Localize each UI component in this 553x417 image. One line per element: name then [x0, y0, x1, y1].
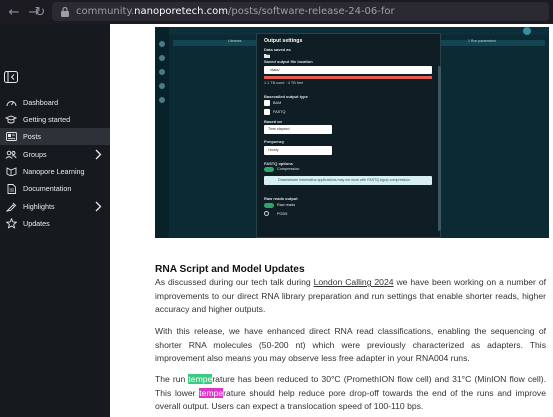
url-domain: nanoporetech.com [134, 6, 229, 17]
posts-icon [5, 131, 17, 143]
based-on-label: Based on [264, 119, 283, 124]
sidebar-item-label: Nanopore Learning [23, 167, 85, 176]
fastq-label: FASTQ [273, 110, 286, 114]
sidebar-item-getting-started[interactable]: Getting started [0, 111, 110, 128]
post-content: Libraries 1 Run parameters Output settin… [110, 24, 553, 417]
raw-reads-label: Raw reads [277, 203, 296, 207]
sidebar: Dashboard Getting started Posts Groups N… [0, 24, 110, 417]
sidebar-item-label: Updates [23, 219, 50, 228]
output-path-input: /data/ [264, 66, 432, 74]
sidebar-item-label: Groups [23, 150, 47, 159]
star-icon [5, 218, 17, 230]
compression-label: Compression [277, 167, 300, 171]
frequency-label: Frequency [264, 139, 285, 144]
groups-icon [5, 149, 17, 161]
saved-output-location-label: Saved output file location [264, 59, 313, 64]
documentation-icon [5, 183, 17, 195]
rail-icon [159, 41, 165, 47]
bam-label: BAM [273, 101, 282, 105]
browser-toolbar: ← → ↻ community. nanoporetech.com/posts/s… [0, 0, 553, 24]
data-saved-as-label: Data saved as [264, 47, 291, 52]
disk-usage-note: 1.1 TB used · 4 TB free [264, 81, 304, 85]
sidebar-item-nanopore-learning[interactable]: Nanopore Learning [0, 163, 110, 180]
rail-icon [159, 83, 165, 89]
url-path: /posts/software-release-24-06-for [228, 6, 395, 17]
dashboard-gauge-icon [5, 97, 17, 109]
highlights-icon [5, 201, 17, 213]
raw-reads-output-label: Raw reads output [264, 196, 298, 201]
sidebar-item-dashboard[interactable]: Dashboard [0, 94, 110, 111]
paragraph: With this release, we have enhanced dire… [155, 326, 546, 364]
fastq-checkbox [264, 109, 270, 115]
url-prefix: community. [76, 6, 135, 17]
sidebar-item-label: Highlights [23, 202, 55, 211]
sidebar-item-documentation[interactable]: Documentation [0, 180, 110, 197]
pod5-radio [264, 211, 269, 216]
based-on-select: Time elapsed [264, 125, 332, 134]
sidebar-item-updates[interactable]: Updates [0, 215, 110, 232]
sidebar-item-label: Documentation [23, 184, 72, 193]
minknow-screenshot-image: Libraries 1 Run parameters Output settin… [155, 27, 549, 238]
sidebar-item-posts[interactable]: Posts [0, 128, 110, 145]
disk-usage-bar [264, 76, 432, 79]
sidebar-item-groups[interactable]: Groups [0, 146, 110, 163]
bam-checkbox [264, 100, 270, 106]
basecalled-output-type-label: Basecalled output type [264, 94, 308, 99]
reload-icon[interactable]: ↻ [30, 2, 50, 22]
dialog-title: Output settings [264, 38, 303, 44]
paragraph-text: The run [155, 374, 189, 384]
search-highlight: tempe [188, 374, 213, 384]
section-heading: RNA Script and Model Updates [155, 264, 305, 275]
collapse-sidebar-icon[interactable] [4, 71, 18, 83]
rail-icon [159, 69, 165, 75]
raw-reads-toggle [264, 203, 274, 208]
fastq-options-label: FASTQ options [264, 161, 293, 166]
rail-icon [159, 55, 165, 61]
london-calling-link[interactable]: London Calling 2024 [314, 277, 394, 287]
app-tab-left: Libraries [228, 39, 242, 43]
sidebar-item-label: Posts [23, 132, 41, 141]
compression-info-banner: Downstream informatics applications may … [264, 176, 432, 185]
chevron-right-icon[interactable] [94, 149, 102, 160]
paragraph: The run temperature has been reduced to … [155, 373, 546, 414]
paragraph-text: As discussed during our tech talk during [155, 277, 314, 287]
sidebar-item-label: Dashboard [23, 98, 59, 107]
address-bar[interactable]: community. nanoporetech.com/posts/softwar… [52, 2, 549, 21]
dialog-scrollbar [438, 66, 441, 231]
app-rail [155, 27, 169, 238]
rail-icon [159, 97, 165, 103]
folder-icon [264, 54, 270, 58]
compression-toggle [264, 167, 274, 172]
lock-icon [61, 6, 69, 17]
avatar [523, 27, 531, 35]
output-settings-dialog: Output settings Data saved as Saved outp… [256, 33, 441, 238]
chevron-right-icon[interactable] [94, 201, 102, 212]
learning-icon [5, 166, 17, 178]
app-tab-right: 1 Run parameters [468, 39, 497, 43]
sidebar-item-label: Getting started [23, 115, 71, 124]
search-highlight-current: tempe [199, 387, 224, 398]
back-arrow-icon[interactable]: ← [4, 2, 24, 22]
pod5-label: POD5 [277, 212, 288, 216]
graduation-cap-icon [5, 114, 17, 126]
sidebar-item-highlights[interactable]: Highlights [0, 198, 110, 215]
frequency-select: Hourly [264, 146, 332, 155]
paragraph: As discussed during our tech talk during… [155, 276, 546, 317]
